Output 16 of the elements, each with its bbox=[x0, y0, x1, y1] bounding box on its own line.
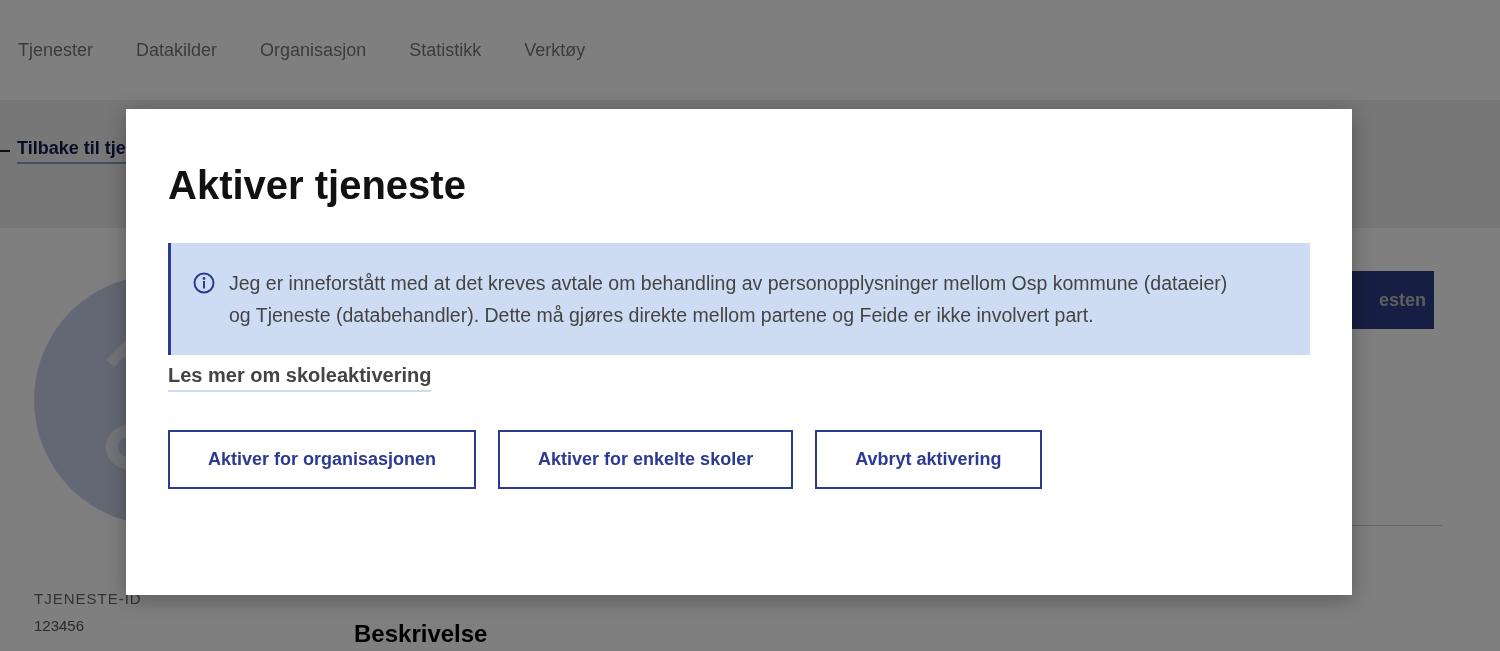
nav-link[interactable]: Verktøy bbox=[524, 39, 586, 61]
info-icon bbox=[193, 272, 215, 294]
activate-button[interactable]: esten bbox=[1352, 271, 1434, 329]
modal-button[interactable]: Aktiver for enkelte skoler bbox=[498, 430, 794, 489]
info-text: Jeg er inneforstått med at det kreves avtale om behandling av personopplysninger mellom Osp kommune (dataeier) og Tjeneste (databehandler). Dette må gjøres direkte mellom partene og Feide er ikke involvert part. bbox=[229, 271, 1229, 328]
modal-button[interactable]: Avbryt aktivering bbox=[815, 430, 1042, 489]
nav-link[interactable]: Datakilder bbox=[136, 39, 218, 61]
modal-button[interactable]: Aktiver for organisasjonen bbox=[168, 430, 477, 489]
modal-title: Aktiver tjeneste bbox=[168, 162, 467, 209]
nav-link[interactable]: Tjenester bbox=[18, 39, 94, 61]
section-heading: Beskrivelse bbox=[354, 620, 489, 648]
nav-link[interactable]: Organisasjon bbox=[260, 39, 367, 61]
read-more-link[interactable]: Les mer om skoleaktivering bbox=[168, 364, 432, 392]
nav-link[interactable]: Statistikk bbox=[409, 39, 482, 61]
id-label: TJENESTE-ID bbox=[34, 590, 143, 607]
id-value: 123456 bbox=[34, 617, 86, 634]
